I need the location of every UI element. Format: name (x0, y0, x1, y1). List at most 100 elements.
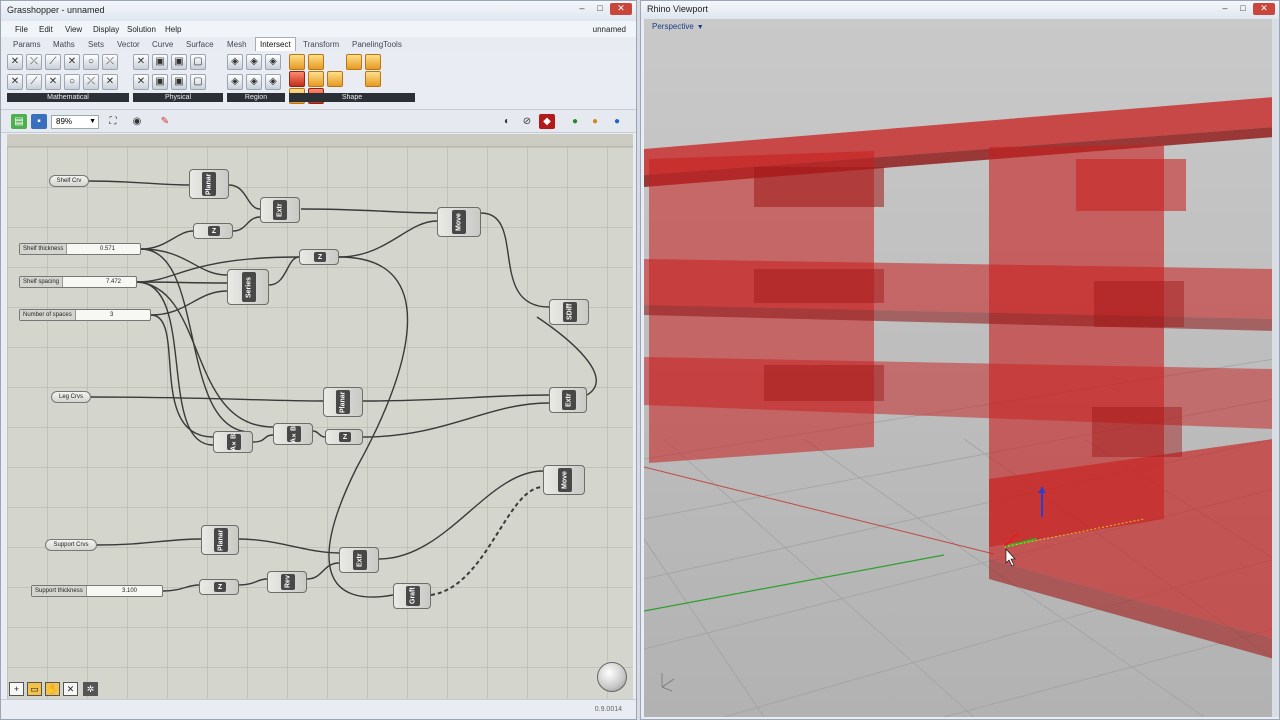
intersect-icon[interactable]: ⤫ (102, 54, 118, 70)
eye-icon[interactable]: ◉ (129, 114, 145, 129)
region-icon[interactable]: ◈ (227, 73, 243, 90)
component-series[interactable]: Series (227, 269, 269, 305)
component-unit-z[interactable]: Z (299, 249, 339, 265)
component-multiply[interactable]: A×B (213, 431, 253, 453)
globe-icon[interactable]: ● (609, 114, 625, 129)
slider-shelf-thickness[interactable]: Shelf thickness 0.571 (19, 243, 141, 255)
tab-curve[interactable]: Curve (152, 40, 173, 49)
intersect-icon[interactable]: ⟋ (45, 54, 61, 70)
region-icon[interactable]: ◈ (227, 54, 243, 70)
close-button[interactable]: ✕ (610, 3, 632, 15)
close-icon[interactable]: ✕ (63, 682, 78, 696)
tab-transform[interactable]: Transform (303, 40, 339, 49)
viewport-title[interactable]: Perspective ▼ (652, 22, 704, 31)
intersect-icon[interactable]: ▢ (190, 54, 206, 70)
param-leg-crvs[interactable]: Leg Crvs (51, 391, 91, 403)
save-file-icon[interactable]: ▪ (31, 114, 47, 129)
param-shelf-crv[interactable]: Shelf Crv (49, 175, 89, 187)
intersect-icon[interactable]: ✕ (7, 73, 23, 90)
zoom-select[interactable]: 89% ▼ (51, 115, 99, 129)
tab-intersect[interactable]: Intersect (255, 37, 296, 51)
close-button[interactable]: ✕ (1253, 3, 1275, 15)
component-move[interactable]: Move (543, 465, 585, 495)
sketch-icon[interactable]: ✎ (157, 114, 173, 129)
component-unit-z[interactable]: Z (325, 429, 363, 445)
component-reverse[interactable]: Rev (267, 571, 307, 593)
shape-region-icon[interactable] (289, 71, 305, 87)
viewport-scrollbar[interactable] (1272, 19, 1279, 717)
menu-display[interactable]: Display (93, 25, 119, 34)
ribbon-label-mathematical[interactable]: Mathematical (7, 93, 129, 102)
region-icon[interactable]: ◈ (265, 54, 281, 70)
intersect-icon[interactable]: ▣ (171, 73, 187, 90)
ribbon-label-shape[interactable]: Shape (289, 93, 415, 102)
shape-union-icon[interactable] (289, 54, 305, 70)
component-extrude[interactable]: Extr (339, 547, 379, 573)
region-icon[interactable]: ◈ (246, 73, 262, 90)
tab-params[interactable]: Params (13, 40, 41, 49)
bake-icon[interactable]: ● (567, 114, 583, 129)
intersect-icon[interactable]: ○ (83, 54, 99, 70)
component-planar[interactable]: Planar (323, 387, 363, 417)
open-file-icon[interactable]: ▤ (11, 114, 27, 129)
shape-box-icon[interactable] (308, 71, 324, 87)
component-unit-z[interactable]: Z (193, 223, 233, 239)
intersect-icon[interactable]: ✕ (7, 54, 23, 70)
tab-mesh[interactable]: Mesh (227, 40, 247, 49)
navigation-ball-icon[interactable] (597, 662, 627, 692)
intersect-icon[interactable]: ⤫ (83, 73, 99, 90)
region-icon[interactable]: ◈ (265, 73, 281, 90)
shape-diff-icon[interactable] (308, 54, 324, 70)
menu-file[interactable]: File (15, 25, 28, 34)
intersect-icon[interactable]: ✕ (64, 54, 80, 70)
menu-help[interactable]: Help (165, 25, 181, 34)
folder-icon[interactable]: ▭ (27, 682, 42, 696)
intersect-icon[interactable]: ▣ (171, 54, 187, 70)
component-planar[interactable]: Planar (201, 525, 239, 555)
component-multiply[interactable]: A×B (273, 423, 313, 445)
shape-mesh-icon[interactable] (365, 71, 381, 87)
intersect-icon[interactable]: ○ (64, 73, 80, 90)
slider-number-of-spaces[interactable]: Number of spaces 3 (19, 309, 151, 321)
intersect-icon[interactable]: ⟋ (26, 73, 42, 90)
component-graft[interactable]: Graft (393, 583, 431, 609)
maximize-button[interactable]: □ (592, 3, 608, 15)
minimize-button[interactable]: – (574, 3, 590, 15)
tab-surface[interactable]: Surface (186, 40, 214, 49)
component-unit-z[interactable]: Z (199, 579, 239, 595)
settings-icon[interactable]: ✲ (83, 682, 98, 696)
param-support-crvs[interactable]: Support Crvs (45, 539, 97, 551)
intersect-icon[interactable]: ✕ (102, 73, 118, 90)
shape-intersect-icon[interactable] (365, 54, 381, 70)
shape-split-icon[interactable] (327, 71, 343, 87)
hand-icon[interactable]: ✋ (45, 682, 60, 696)
component-solid-difference[interactable]: SDiff (549, 299, 589, 325)
intersect-icon[interactable]: ✕ (45, 73, 61, 90)
intersect-icon[interactable]: ▢ (190, 73, 206, 90)
ribbon-label-physical[interactable]: Physical (133, 93, 223, 102)
preview-none-icon[interactable]: ⊘ (519, 114, 535, 129)
tab-sets[interactable]: Sets (88, 40, 104, 49)
intersect-icon[interactable]: ✕ (133, 54, 149, 70)
menu-edit[interactable]: Edit (39, 25, 53, 34)
add-icon[interactable]: + (9, 682, 24, 696)
tab-vector[interactable]: Vector (117, 40, 140, 49)
zoom-extents-icon[interactable]: ⛶ (105, 114, 121, 129)
tab-maths[interactable]: Maths (53, 40, 75, 49)
component-move[interactable]: Move (437, 207, 481, 237)
menu-view[interactable]: View (65, 25, 82, 34)
preview-shaded-icon[interactable]: ◆ (539, 114, 555, 129)
preview-settings-icon[interactable]: ● (587, 114, 603, 129)
preview-wire-icon[interactable]: ◐ (499, 114, 515, 129)
intersect-icon[interactable]: ▣ (152, 54, 168, 70)
intersect-icon[interactable]: ▣ (152, 73, 168, 90)
maximize-button[interactable]: □ (1235, 3, 1251, 15)
minimize-button[interactable]: – (1217, 3, 1233, 15)
component-extrude[interactable]: Extr (260, 197, 300, 223)
intersect-icon[interactable]: ✕ (133, 73, 149, 90)
intersect-icon[interactable]: ⤫ (26, 54, 42, 70)
gh-canvas[interactable]: Shelf Crv Leg Crvs Support Crvs Shelf th… (7, 147, 633, 699)
slider-support-thickness[interactable]: Support thickness 3.100 (31, 585, 163, 597)
perspective-viewport[interactable]: Perspective ▼ (644, 19, 1274, 717)
menu-solution[interactable]: Solution (127, 25, 156, 34)
